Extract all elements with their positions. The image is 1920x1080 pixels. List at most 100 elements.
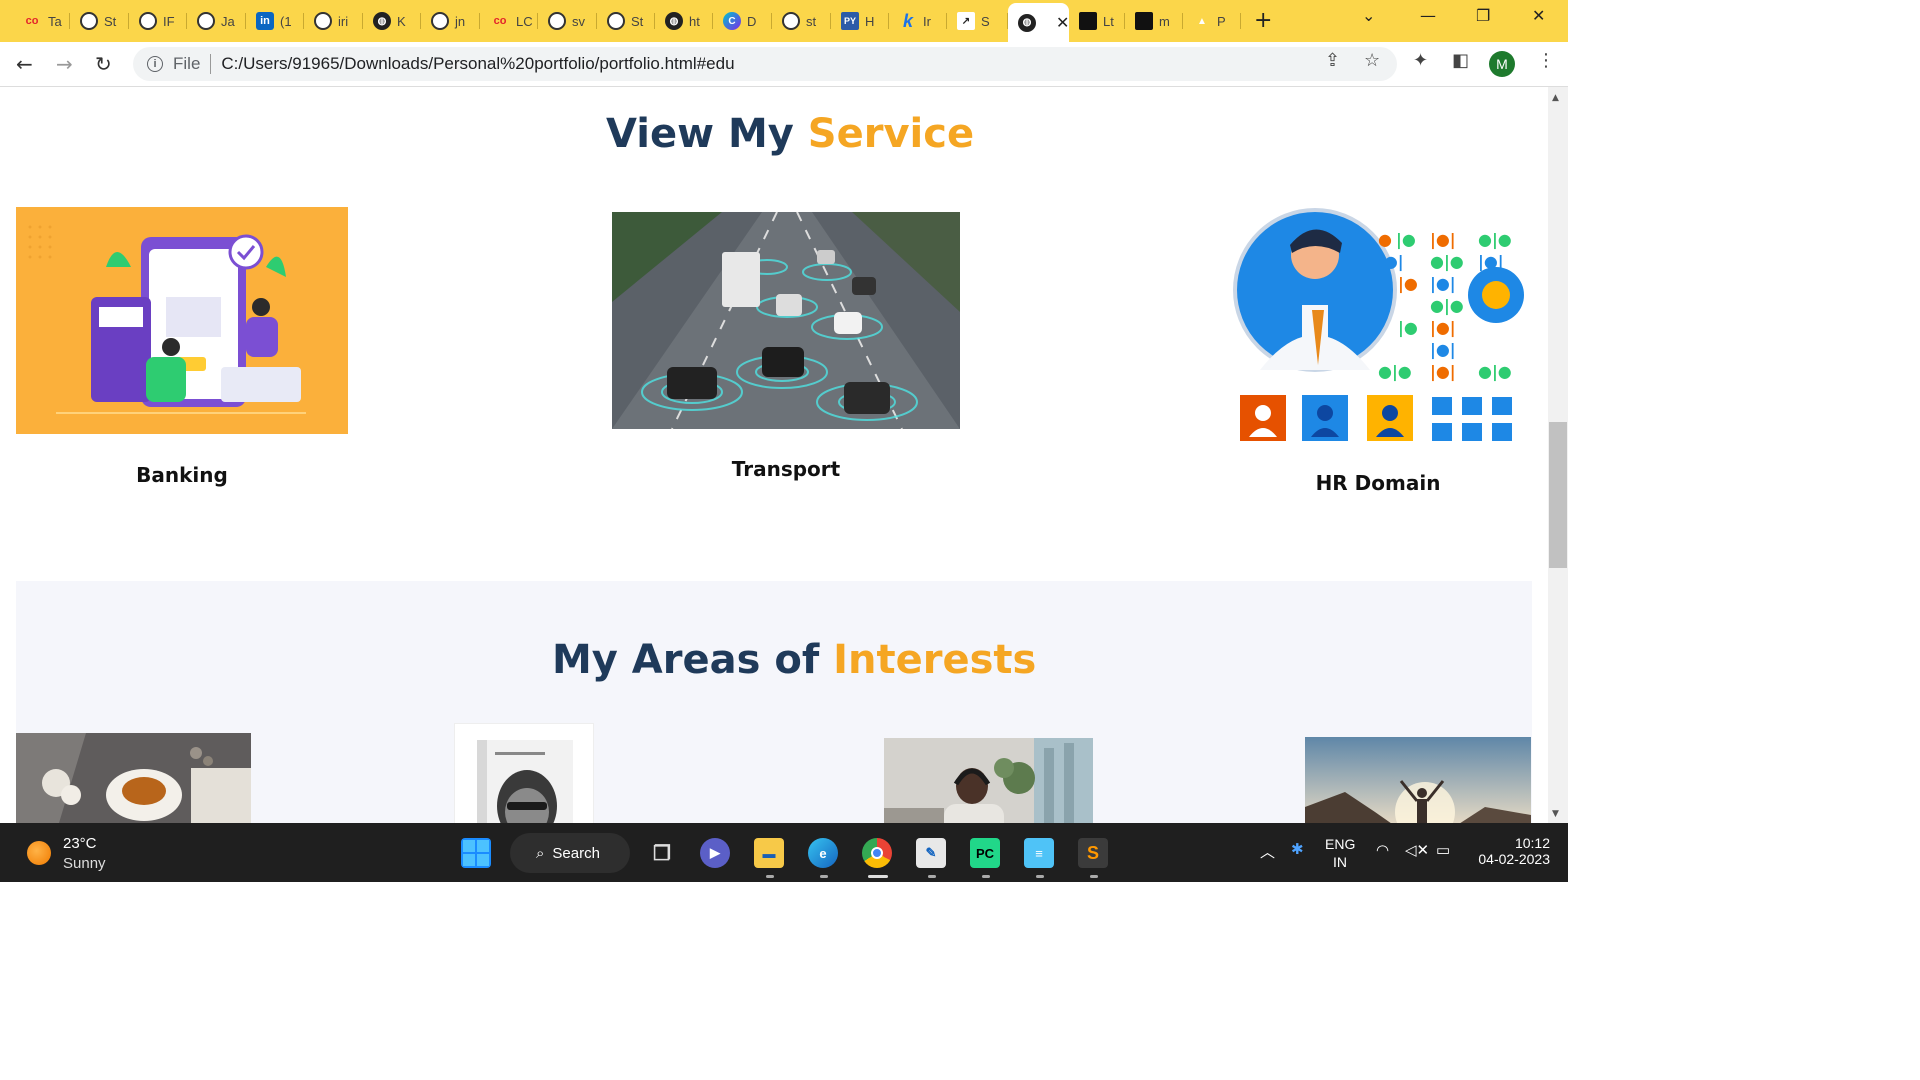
forward-icon[interactable]: →	[56, 52, 73, 76]
interest-image-music	[884, 738, 1093, 823]
browser-tab[interactable]: St	[70, 8, 129, 34]
scroll-down-icon[interactable]: ▼	[1552, 809, 1559, 819]
browser-tab-label: St	[104, 13, 117, 29]
browser-tab[interactable]: st	[772, 8, 831, 34]
svg-text:|●|: |●|	[1430, 274, 1456, 294]
scrollbar-thumb[interactable]	[1549, 422, 1567, 568]
task-view-icon[interactable]: ❐	[647, 838, 677, 868]
close-window-icon[interactable]: ✕	[1532, 6, 1545, 25]
browser-tab-label: Lt	[1103, 13, 1114, 29]
browser-tab-label: D	[747, 13, 757, 29]
windows-taskbar: 23°C Sunny ⌕ Search ❐ ▶ ▬ e ✎ PC ≡ S ︿ ✱…	[0, 823, 1568, 882]
dark-app-icon	[1079, 12, 1097, 30]
reload-icon[interactable]: ↻	[95, 52, 112, 76]
address-bar[interactable]: i File C:/Users/91965/Downloads/Personal…	[133, 47, 1397, 81]
bookmark-star-icon[interactable]: ☆	[1364, 50, 1380, 71]
browser-tab[interactable]: ◍ ht	[655, 8, 713, 34]
globe-icon: ◍	[1018, 13, 1036, 32]
browser-tab[interactable]: iri	[304, 8, 363, 34]
browser-tab[interactable]: CD	[713, 8, 772, 34]
menu-icon[interactable]: ⋮	[1537, 50, 1555, 71]
scroll-up-icon[interactable]: ▲	[1552, 93, 1559, 103]
chrome-browser-icon[interactable]	[862, 838, 892, 868]
side-panel-icon[interactable]: ◧	[1452, 50, 1469, 71]
weather-condition[interactable]: Sunny	[63, 855, 106, 872]
github-icon	[314, 12, 332, 30]
notepad-python-icon[interactable]: ✎	[916, 838, 946, 868]
file-explorer-icon[interactable]: ▬	[754, 838, 784, 868]
browser-tab[interactable]: co LC	[480, 8, 538, 34]
browser-tab[interactable]: sv	[538, 8, 597, 34]
back-icon[interactable]: ←	[16, 52, 33, 76]
weather-sun-icon[interactable]	[27, 841, 51, 865]
browser-tab[interactable]: Ja	[187, 8, 246, 34]
weather-temperature[interactable]: 23°C	[63, 835, 97, 852]
url-divider	[210, 54, 212, 74]
browser-tab[interactable]: St	[597, 8, 655, 34]
notepad-icon[interactable]: ≡	[1024, 838, 1054, 868]
windows-start-icon[interactable]	[461, 838, 491, 868]
browser-tab-label: Ta	[48, 13, 62, 29]
interests-heading-part1: My Areas of	[552, 637, 834, 683]
browser-tab-active[interactable]: ◍ ✕	[1008, 3, 1069, 42]
github-icon	[782, 12, 800, 30]
bluetooth-icon[interactable]: ✱	[1291, 840, 1304, 858]
browser-tab[interactable]: jn	[421, 8, 480, 34]
taskbar-clock[interactable]: 10:12 04-02-2023	[1474, 835, 1550, 867]
browser-tab-label: m	[1159, 13, 1170, 29]
svg-text:|●|: |●|	[1430, 362, 1456, 382]
browser-tab[interactable]: PY H	[831, 8, 889, 34]
extensions-icon[interactable]: ✦	[1413, 50, 1428, 71]
browser-tab-label: ht	[689, 13, 700, 29]
restore-icon[interactable]: ❐	[1476, 6, 1490, 25]
running-indicator	[820, 875, 828, 878]
pycharm-icon[interactable]: PC	[970, 838, 1000, 868]
site-info-icon[interactable]: i	[147, 56, 163, 72]
browser-tab[interactable]: ▲ P	[1183, 8, 1241, 34]
profile-avatar[interactable]: M	[1489, 51, 1515, 77]
tab-search-icon[interactable]: ⌄	[1362, 6, 1375, 25]
share-icon[interactable]: ⇪	[1325, 50, 1340, 71]
browser-tab-label: S	[981, 13, 990, 29]
banking-image	[16, 207, 348, 434]
volume-muted-icon[interactable]: ◁✕	[1405, 841, 1429, 859]
language-line-2: IN	[1333, 854, 1347, 870]
service-heading-accent: Service	[807, 111, 975, 157]
svg-text:|●|: |●|	[1430, 318, 1456, 338]
close-tab-icon[interactable]: ✕	[1056, 13, 1069, 33]
browser-tab[interactable]: ↗ S	[947, 8, 1008, 34]
input-language-indicator[interactable]: ENG IN	[1325, 835, 1355, 871]
wifi-icon[interactable]: ◠	[1376, 841, 1389, 859]
tray-overflow-chevron-icon[interactable]: ︿	[1260, 841, 1275, 862]
interest-image-book	[454, 723, 594, 823]
svg-text:|●|: |●|	[1430, 230, 1456, 250]
teams-chat-icon[interactable]: ▶	[700, 838, 730, 868]
browser-tab-label: jn	[455, 13, 466, 29]
service-label-banking: Banking	[136, 463, 228, 487]
running-indicator	[1090, 875, 1098, 878]
browser-tab[interactable]: k Ir	[889, 8, 947, 34]
page-viewport: View My Service Banking Transport ● |● |…	[0, 87, 1548, 823]
kaggle-icon: k	[902, 10, 913, 31]
browser-tab[interactable]: IF	[129, 8, 187, 34]
taskbar-search-button[interactable]: ⌕ Search	[510, 833, 630, 873]
browser-tab-label: Ir	[923, 13, 931, 29]
browser-tab[interactable]: Lt	[1069, 8, 1125, 34]
service-heading: View My Service	[606, 111, 974, 157]
sublime-text-icon[interactable]: S	[1078, 838, 1108, 868]
browser-tab[interactable]: ◍ K	[363, 8, 421, 34]
edge-browser-icon[interactable]: e	[808, 838, 838, 868]
service-heading-part1: View My	[606, 111, 808, 157]
coursera-icon: co	[493, 15, 507, 27]
chart-icon: ↗	[957, 12, 975, 30]
url-text[interactable]: C:/Users/91965/Downloads/Personal%20port…	[221, 54, 734, 74]
browser-tab[interactable]: in (1	[246, 8, 304, 34]
hr-domain-image: ● |● |●| ●|● |●| ●|● |●| |● |●| ●|● |● |●| |●|…	[1230, 205, 1530, 445]
minimize-icon[interactable]: —	[1420, 6, 1436, 25]
browser-tab[interactable]: m	[1125, 8, 1183, 34]
browser-tab[interactable]: co Ta	[12, 8, 70, 34]
new-tab-button[interactable]: +	[1254, 8, 1272, 33]
tab-strip: co Ta St IF Ja in (1 iri ◍ Kjn co LC sv St ◍ ht C Dst PY Hk…	[0, 0, 1568, 42]
battery-icon[interactable]: ▭	[1436, 841, 1450, 859]
running-indicator	[766, 875, 774, 878]
